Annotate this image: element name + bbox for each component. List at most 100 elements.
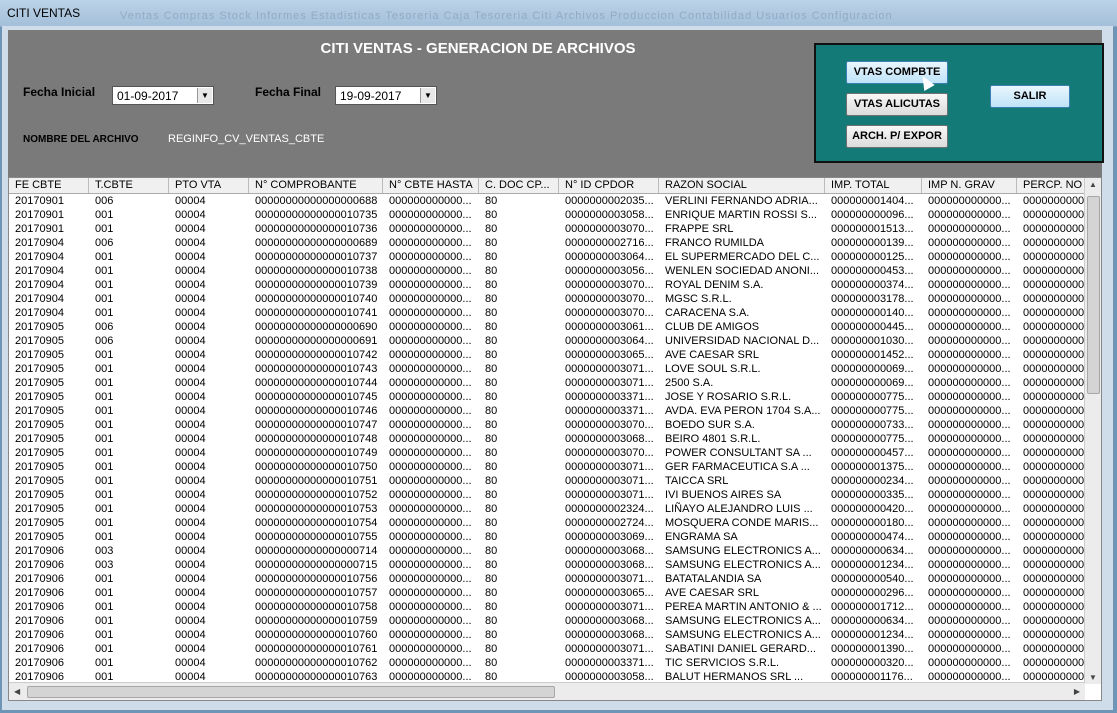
column-header[interactable]: IMP. TOTAL bbox=[825, 178, 922, 193]
fecha-inicial-label: Fecha Inicial bbox=[23, 85, 96, 99]
column-header[interactable]: C. DOC CP... bbox=[479, 178, 559, 193]
table-row[interactable]: 20170906 001 00004 00000000000000010759 0000… bbox=[9, 614, 1085, 628]
table-cell: 20170904 bbox=[15, 251, 64, 263]
table-cell: 20170905 bbox=[15, 461, 64, 473]
column-header[interactable]: N° COMPROBANTE bbox=[249, 178, 383, 193]
table-row[interactable]: 20170905 001 00004 00000000000000010746 0000… bbox=[9, 404, 1085, 418]
table-row[interactable]: 20170905 001 00004 00000000000000010742 0000… bbox=[9, 348, 1085, 362]
table-cell: 80 bbox=[485, 587, 498, 599]
table-row[interactable]: 20170905 006 00004 00000000000000000691 0000… bbox=[9, 334, 1085, 348]
table-row[interactable]: 20170904 006 00004 00000000000000000689 0000… bbox=[9, 236, 1085, 250]
table-cell: 000000000000... bbox=[928, 587, 1011, 599]
table-row[interactable]: 20170901 001 00004 00000000000000010735 0000… bbox=[9, 208, 1085, 222]
table-cell: 00000000000000010757 bbox=[255, 587, 378, 599]
table-row[interactable]: 20170905 001 00004 00000000000000010744 0000… bbox=[9, 376, 1085, 390]
table-row[interactable]: 20170904 001 00004 00000000000000010740 0000… bbox=[9, 292, 1085, 306]
table-cell: TIC SERVICIOS S.R.L. bbox=[665, 657, 780, 669]
vertical-scrollbar[interactable]: ▲ ▼ bbox=[1084, 178, 1101, 684]
chevron-down-icon[interactable]: ▼ bbox=[197, 88, 212, 103]
table-cell: 20170906 bbox=[15, 559, 64, 571]
table-row[interactable]: 20170904 001 00004 00000000000000010737 0000… bbox=[9, 250, 1085, 264]
table-cell: 80 bbox=[485, 601, 498, 613]
table-row[interactable]: 20170905 001 00004 00000000000000010752 0000… bbox=[9, 488, 1085, 502]
table-cell: 006 bbox=[95, 237, 114, 249]
table-cell: 00000000000000010754 bbox=[255, 517, 378, 529]
table-row[interactable]: 20170905 001 00004 00000000000000010754 0000… bbox=[9, 516, 1085, 530]
table-cell: 00000000000000010735 bbox=[255, 209, 378, 221]
table-row[interactable]: 20170905 001 00004 00000000000000010747 0000… bbox=[9, 418, 1085, 432]
table-cell: 00004 bbox=[175, 349, 206, 361]
table-cell: 00004 bbox=[175, 601, 206, 613]
table-cell: 001 bbox=[95, 503, 114, 515]
table-row[interactable]: 20170906 001 00004 00000000000000010760 0000… bbox=[9, 628, 1085, 642]
column-header[interactable]: RAZON SOCIAL bbox=[659, 178, 825, 193]
table-row[interactable]: 20170904 001 00004 00000000000000010741 0000… bbox=[9, 306, 1085, 320]
table-cell: 000000000000... bbox=[389, 475, 472, 487]
table-cell: 0000000003071... bbox=[565, 643, 654, 655]
scroll-right-icon[interactable]: ▶ bbox=[1074, 687, 1080, 696]
scroll-down-icon[interactable]: ▼ bbox=[1089, 673, 1097, 682]
table-cell: 00004 bbox=[175, 447, 206, 459]
table-cell: FRAPPE SRL bbox=[665, 223, 734, 235]
table-cell: 0000000000 bbox=[1023, 349, 1085, 361]
table-row[interactable]: 20170905 001 00004 00000000000000010753 0000… bbox=[9, 502, 1085, 516]
chevron-down-icon[interactable]: ▼ bbox=[420, 88, 435, 103]
table-row[interactable]: 20170905 001 00004 00000000000000010748 0000… bbox=[9, 432, 1085, 446]
table-row[interactable]: 20170906 001 00004 00000000000000010761 0000… bbox=[9, 642, 1085, 656]
table-row[interactable]: 20170901 006 00004 00000000000000000688 0000… bbox=[9, 194, 1085, 208]
column-header[interactable]: T.CBTE bbox=[89, 178, 169, 193]
table-row[interactable]: 20170906 001 00004 00000000000000010757 0000… bbox=[9, 586, 1085, 600]
table-cell: 001 bbox=[95, 349, 114, 361]
table-row[interactable]: 20170905 006 00004 00000000000000000690 0000… bbox=[9, 320, 1085, 334]
arch-expor-button[interactable]: ARCH. P/ EXPOR bbox=[846, 125, 948, 148]
table-cell: 0000000000 bbox=[1023, 629, 1085, 641]
grid-header: FE CBTE T.CBTE PTO VTA N° COMPROBANTE N° CBT… bbox=[9, 178, 1085, 194]
column-header[interactable]: N° ID CPDOR bbox=[559, 178, 659, 193]
table-row[interactable]: 20170901 001 00004 00000000000000010736 0000… bbox=[9, 222, 1085, 236]
table-row[interactable]: 20170906 001 00004 00000000000000010758 0000… bbox=[9, 600, 1085, 614]
table-cell: 000000000775... bbox=[831, 405, 914, 417]
horizontal-scroll-thumb[interactable] bbox=[27, 686, 555, 698]
table-cell: 0000000000 bbox=[1023, 489, 1085, 501]
table-row[interactable]: 20170905 001 00004 00000000000000010743 0000… bbox=[9, 362, 1085, 376]
data-grid[interactable]: FE CBTE T.CBTE PTO VTA N° COMPROBANTE N° CBT… bbox=[8, 177, 1102, 701]
table-row[interactable]: 20170905 001 00004 00000000000000010755 0000… bbox=[9, 530, 1085, 544]
column-header[interactable]: IMP N. GRAV bbox=[922, 178, 1017, 193]
table-cell: 0000000000 bbox=[1023, 209, 1085, 221]
column-header[interactable]: PTO VTA bbox=[169, 178, 249, 193]
table-cell: 001 bbox=[95, 461, 114, 473]
table-row[interactable]: 20170904 001 00004 00000000000000010739 0000… bbox=[9, 278, 1085, 292]
table-cell: 80 bbox=[485, 419, 498, 431]
table-row[interactable]: 20170905 001 00004 00000000000000010751 0000… bbox=[9, 474, 1085, 488]
table-row[interactable]: 20170906 001 00004 00000000000000010762 0000… bbox=[9, 656, 1085, 670]
table-cell: 00004 bbox=[175, 503, 206, 515]
vtas-alicutas-button[interactable]: VTAS ALICUTAS bbox=[846, 93, 948, 116]
table-row[interactable]: 20170906 001 00004 00000000000000010756 0000… bbox=[9, 572, 1085, 586]
vtas-compbte-button[interactable]: VTAS COMPBTE bbox=[846, 61, 948, 84]
table-row[interactable]: 20170905 001 00004 00000000000000010750 0000… bbox=[9, 460, 1085, 474]
table-cell: JOSE Y ROSARIO S.R.L. bbox=[665, 391, 792, 403]
table-row[interactable]: 20170904 001 00004 00000000000000010738 0000… bbox=[9, 264, 1085, 278]
table-cell: 00000000000000010759 bbox=[255, 615, 378, 627]
column-header[interactable]: PERCP. NO bbox=[1017, 178, 1085, 193]
scroll-left-icon[interactable]: ◀ bbox=[14, 687, 20, 696]
table-cell: 0000000003371... bbox=[565, 657, 654, 669]
table-row[interactable]: 20170906 003 00004 00000000000000000715 0000… bbox=[9, 558, 1085, 572]
table-cell: 0000000002716... bbox=[565, 237, 654, 249]
fecha-inicial-select[interactable]: 01-09-2017 ▼ bbox=[112, 86, 214, 105]
vertical-scroll-thumb[interactable] bbox=[1087, 196, 1100, 394]
fecha-final-select[interactable]: 19-09-2017 ▼ bbox=[335, 86, 437, 105]
horizontal-scrollbar[interactable]: ◀ ▶ bbox=[9, 682, 1085, 700]
column-header[interactable]: FE CBTE bbox=[9, 178, 89, 193]
scroll-up-icon[interactable]: ▲ bbox=[1089, 180, 1097, 189]
table-cell: 000000000000... bbox=[928, 335, 1011, 347]
salir-button[interactable]: SALIR bbox=[990, 85, 1070, 108]
table-row[interactable]: 20170906 003 00004 00000000000000000714 0000… bbox=[9, 544, 1085, 558]
table-cell: CARACENA S.A. bbox=[665, 307, 750, 319]
table-row[interactable]: 20170905 001 00004 00000000000000010749 0000… bbox=[9, 446, 1085, 460]
table-cell: 000000000069... bbox=[831, 377, 914, 389]
table-cell: 00000000000000010762 bbox=[255, 657, 378, 669]
table-row[interactable]: 20170905 001 00004 00000000000000010745 0000… bbox=[9, 390, 1085, 404]
table-cell: 003 bbox=[95, 545, 114, 557]
column-header[interactable]: N° CBTE HASTA bbox=[383, 178, 479, 193]
